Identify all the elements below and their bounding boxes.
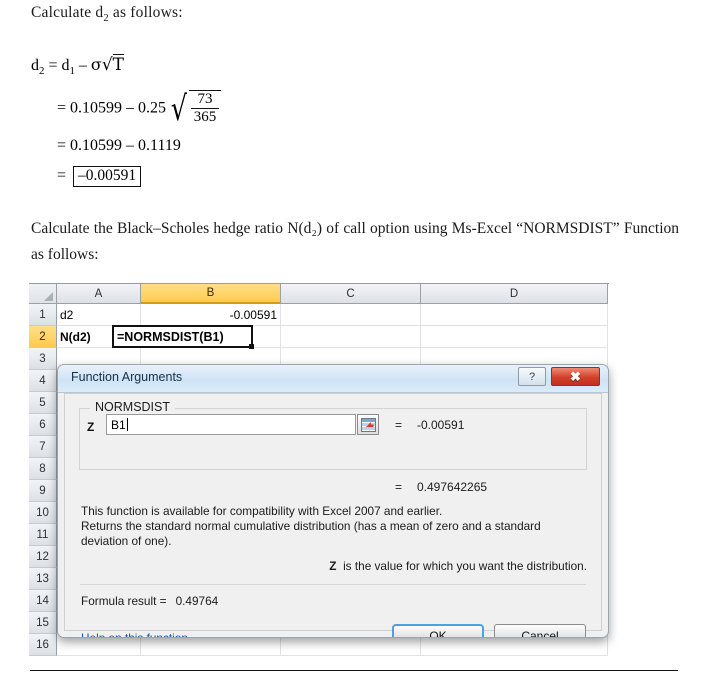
formula-d: d [31, 57, 39, 74]
table-row: 1 d2 -0.00591 [29, 304, 609, 326]
ok-button[interactable]: OK [392, 624, 484, 637]
description-line-3: deviation of one). [81, 534, 172, 548]
row-header-9[interactable]: 9 [29, 480, 57, 502]
dialog-body: NORMSDIST Z B1 = -0.00591 = 0.497642265 … [64, 393, 602, 637]
line2-equals: = [57, 99, 67, 117]
radical-glyph-large: √ [170, 88, 187, 129]
row-header-5[interactable]: 5 [29, 392, 57, 414]
help-icon[interactable]: ? [518, 367, 546, 386]
row-header-4[interactable]: 4 [29, 370, 57, 392]
formula-result-value: 0.49764 [175, 594, 219, 608]
cancel-button[interactable]: Cancel [494, 624, 586, 637]
dialog-divider [80, 584, 586, 585]
cell-d2[interactable] [421, 326, 608, 348]
row-header-11[interactable]: 11 [29, 524, 57, 546]
select-all-corner[interactable] [29, 284, 57, 304]
formula-line-3: = 0.10599 – 0.1119 [57, 137, 181, 155]
cell-b1[interactable]: -0.00591 [141, 304, 281, 326]
function-name-label: NORMSDIST [90, 400, 175, 414]
line2-value: 0.10599 – 0.25 [70, 99, 167, 117]
sigma-symbol: σ [90, 55, 102, 74]
fraction-numerator: 73 [190, 91, 220, 109]
cell-c2[interactable] [281, 326, 421, 348]
row-header-2[interactable]: 2 [29, 326, 57, 348]
row-header-15[interactable]: 15 [29, 612, 57, 634]
range-selector-icon[interactable] [357, 414, 379, 435]
argument-help-body: is the value for which you want the dist… [343, 559, 587, 573]
description-line-1: This function is available for compatibi… [81, 504, 443, 518]
formula-definition: d2 = d1 – σ√T [31, 54, 125, 78]
row-header-8[interactable]: 8 [29, 458, 57, 480]
radical-glyph: √ [101, 55, 113, 75]
row-header-10[interactable]: 10 [29, 502, 57, 524]
active-cell-b2-editor[interactable]: =NORMSDIST(B1) [112, 325, 253, 348]
description-line-2: Returns the standard normal cumulative d… [81, 519, 541, 533]
column-header-b[interactable]: B [141, 284, 281, 304]
column-header-d[interactable]: D [421, 284, 608, 304]
intro-pre: Calculate d [31, 4, 104, 21]
fraction-denominator: 365 [193, 108, 217, 125]
argument-help-bold: Z [329, 559, 337, 573]
row-header-13[interactable]: 13 [29, 568, 57, 590]
formula-equals: = [48, 57, 58, 74]
intro-sentence: Calculate d2 as follows: [31, 4, 183, 24]
line3-equals: = [57, 137, 67, 154]
row-header-1[interactable]: 1 [29, 304, 57, 326]
column-header-row: A B C D [29, 284, 609, 304]
argument-label-z: Z [87, 420, 95, 434]
cell-c1[interactable] [281, 304, 421, 326]
argument-evaluated-value: -0.00591 [417, 418, 465, 432]
text-caret [126, 418, 128, 431]
sqrt-T: √T [101, 54, 125, 75]
close-icon[interactable]: ✖ [551, 367, 600, 386]
help-on-this-function-link[interactable]: Help on this function [81, 631, 188, 637]
function-description: This function is available for compatibi… [81, 504, 587, 549]
fill-handle[interactable] [249, 344, 254, 349]
cell-a1[interactable]: d2 [57, 304, 141, 326]
row-header-7[interactable]: 7 [29, 436, 57, 458]
fraction: 73 365 [188, 90, 222, 126]
dialog-title-bar[interactable]: Function Arguments ? ✖ [58, 365, 608, 393]
argument-input-value: B1 [111, 417, 126, 432]
explanatory-paragraph: Calculate the Black–Scholes hedge ratio … [31, 220, 679, 263]
row-header-16[interactable]: 16 [29, 634, 57, 656]
argument-equals-sign: = [395, 418, 403, 432]
row-header-3[interactable]: 3 [29, 348, 57, 370]
column-header-c[interactable]: C [281, 284, 421, 304]
row-header-14[interactable]: 14 [29, 590, 57, 612]
line4-equals: = [57, 167, 67, 184]
intro-post: as follows: [108, 4, 183, 21]
row-header-12[interactable]: 12 [29, 546, 57, 568]
cell-d1[interactable] [421, 304, 608, 326]
dialog-title: Function Arguments [71, 370, 183, 384]
result-equals-sign: = [395, 480, 403, 494]
formula-d-sub: 2 [39, 65, 45, 78]
argument-help-text: Z is the value for which you want the di… [329, 559, 587, 573]
range-selector-glyph [360, 417, 376, 432]
line3-value: 0.10599 – 0.1119 [70, 137, 181, 154]
sqrt-T-operand: T [112, 54, 125, 75]
sqrt-fraction: √ 73 365 [168, 88, 222, 129]
page-bottom-rule [30, 670, 678, 671]
formula-result-label: Formula result = [81, 594, 167, 608]
result-value: 0.497642265 [417, 480, 488, 494]
column-header-a[interactable]: A [57, 284, 141, 304]
function-arguments-dialog: Function Arguments ? ✖ NORMSDIST Z B1 = … [57, 364, 609, 638]
formula-line-4: = –0.00591 [57, 166, 142, 187]
formula-line-2: = 0.10599 – 0.25 √ 73 365 [57, 88, 222, 129]
formula-result-row: Formula result = 0.49764 [81, 594, 218, 608]
row-header-6[interactable]: 6 [29, 414, 57, 436]
argument-input-z[interactable]: B1 [106, 414, 356, 435]
formula-d1-sub: 1 [69, 65, 75, 78]
boxed-result: –0.00591 [73, 166, 142, 187]
formula-minus: – [78, 57, 87, 74]
